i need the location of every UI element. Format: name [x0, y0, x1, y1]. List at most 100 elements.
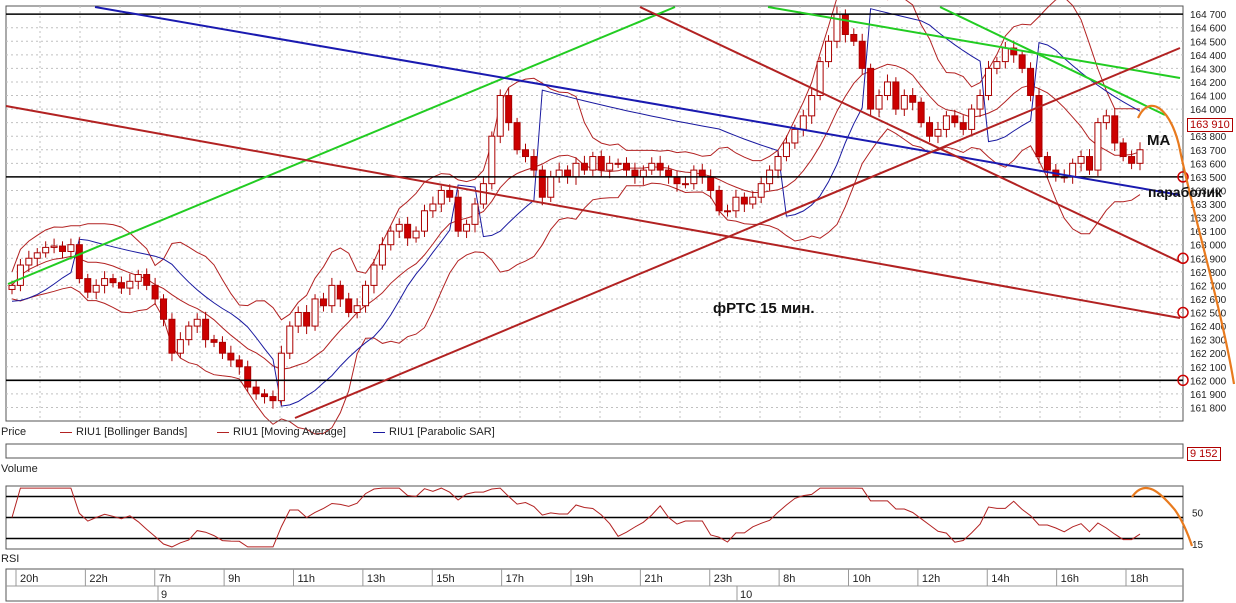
- candle-body: [185, 325, 193, 341]
- candle-body: [883, 81, 891, 97]
- time-tick-label: 12h: [922, 573, 940, 585]
- candle-body: [244, 366, 252, 388]
- candle-body: [782, 142, 790, 158]
- candle-body: [530, 156, 538, 171]
- price-tick-label: 162 300: [1190, 336, 1227, 347]
- candle-body: [547, 176, 555, 198]
- legend-bollinger[interactable]: RIU1 [Bollinger Bands]: [60, 426, 187, 438]
- candle-body: [934, 128, 942, 137]
- candle-body: [117, 282, 125, 289]
- time-tick-label: 17h: [506, 573, 524, 585]
- candle-body: [446, 189, 454, 198]
- candle-body: [858, 40, 866, 69]
- candle-body: [42, 246, 50, 254]
- legend-bollinger-swatch: [60, 431, 72, 433]
- candle-body: [16, 264, 24, 286]
- legend-price: Price: [1, 426, 27, 438]
- candle-body: [210, 339, 218, 343]
- time-tick-label: 13h: [367, 573, 385, 585]
- candle-body: [227, 352, 235, 361]
- candle-body: [1043, 156, 1051, 171]
- legend-moving-average[interactable]: RIU1 [Moving Average]: [217, 426, 346, 438]
- candle-body: [639, 169, 647, 178]
- time-tick-label: 19h: [575, 573, 593, 585]
- candle-body: [479, 183, 487, 205]
- candle-body: [328, 284, 336, 307]
- price-tick-label: 163 600: [1190, 159, 1227, 170]
- price-tick-label: 162 600: [1190, 295, 1227, 306]
- candle-body: [1102, 115, 1110, 124]
- candle-body: [631, 169, 639, 178]
- time-tick-label: 22h: [89, 573, 107, 585]
- candle-body: [395, 223, 403, 232]
- annotation-parabolic: параболик: [1148, 184, 1222, 200]
- legend-sar-label: RIU1 [Parabolic SAR]: [389, 426, 495, 438]
- candle-body: [404, 223, 412, 239]
- time-tick-label: 18h: [1130, 573, 1148, 585]
- price-tick-label: 163 500: [1190, 173, 1227, 184]
- candle-body: [732, 196, 740, 212]
- time-tick-label: 10h: [853, 573, 871, 585]
- price-tick-label: 164 600: [1190, 24, 1227, 35]
- price-tick-label: 164 000: [1190, 105, 1227, 116]
- candle-body: [917, 101, 925, 124]
- candle-body: [160, 298, 168, 320]
- rsi-pane-label: RSI: [1, 553, 20, 565]
- time-tick-label: 16h: [1061, 573, 1079, 585]
- candle-body: [261, 393, 269, 398]
- candle-body: [59, 245, 67, 252]
- candle-body: [277, 352, 285, 402]
- candle-body: [580, 162, 588, 171]
- candle-body: [1018, 54, 1026, 69]
- annotation-ma: MA: [1147, 132, 1171, 149]
- price-tick-label: 164 300: [1190, 64, 1227, 75]
- candle-body: [75, 244, 83, 280]
- candle-body: [1077, 156, 1085, 164]
- candle-body: [521, 149, 529, 158]
- last-price-badge: 163 910: [1187, 118, 1233, 132]
- date-tick-label: 9: [161, 589, 167, 601]
- candle-body: [1094, 122, 1102, 171]
- candle-body: [202, 318, 210, 341]
- candle-body: [84, 278, 92, 293]
- candle-body: [496, 95, 504, 137]
- price-tick-label: 163 800: [1190, 132, 1227, 143]
- candle-body: [303, 312, 311, 327]
- candle-body: [984, 67, 992, 97]
- candle-body: [218, 341, 226, 354]
- candle-body: [791, 128, 799, 144]
- candle-body: [959, 122, 967, 130]
- candle-body: [378, 244, 386, 266]
- candle-body: [286, 325, 294, 354]
- legend-parabolic-sar[interactable]: RIU1 [Parabolic SAR]: [373, 426, 495, 438]
- candle-body: [1119, 142, 1127, 158]
- candle-body: [867, 67, 875, 110]
- candle-body: [993, 61, 1001, 69]
- candle-body: [143, 274, 151, 286]
- candle-body: [614, 162, 622, 165]
- candle-body: [892, 81, 900, 110]
- price-tick-label: 164 200: [1190, 78, 1227, 89]
- candle-body: [757, 183, 765, 198]
- time-tick-label: 14h: [991, 573, 1009, 585]
- candle-body: [25, 257, 33, 266]
- candle-body: [749, 196, 757, 205]
- time-tick-label: 7h: [159, 573, 171, 585]
- candle-body: [850, 33, 858, 42]
- candle-body: [1027, 67, 1035, 97]
- time-tick-label: 8h: [783, 573, 795, 585]
- candle-body: [1136, 149, 1144, 164]
- price-tick-label: 164 700: [1190, 10, 1227, 21]
- volume-pane-frame: [5, 443, 1184, 459]
- price-tick-label: 162 700: [1190, 281, 1227, 292]
- time-tick-label: 9h: [228, 573, 240, 585]
- candle-body: [715, 189, 723, 212]
- legend-ma-label: RIU1 [Moving Average]: [233, 426, 346, 438]
- candle-body: [8, 284, 16, 290]
- chart-canvas[interactable]: 161 800 161 900 162 000 162 100 162 200 162 3…: [0, 0, 1236, 603]
- candle-body: [597, 156, 605, 171]
- candle-body: [437, 189, 445, 205]
- candle-body: [513, 122, 521, 151]
- candle-body: [589, 156, 597, 171]
- candle-body: [951, 115, 959, 124]
